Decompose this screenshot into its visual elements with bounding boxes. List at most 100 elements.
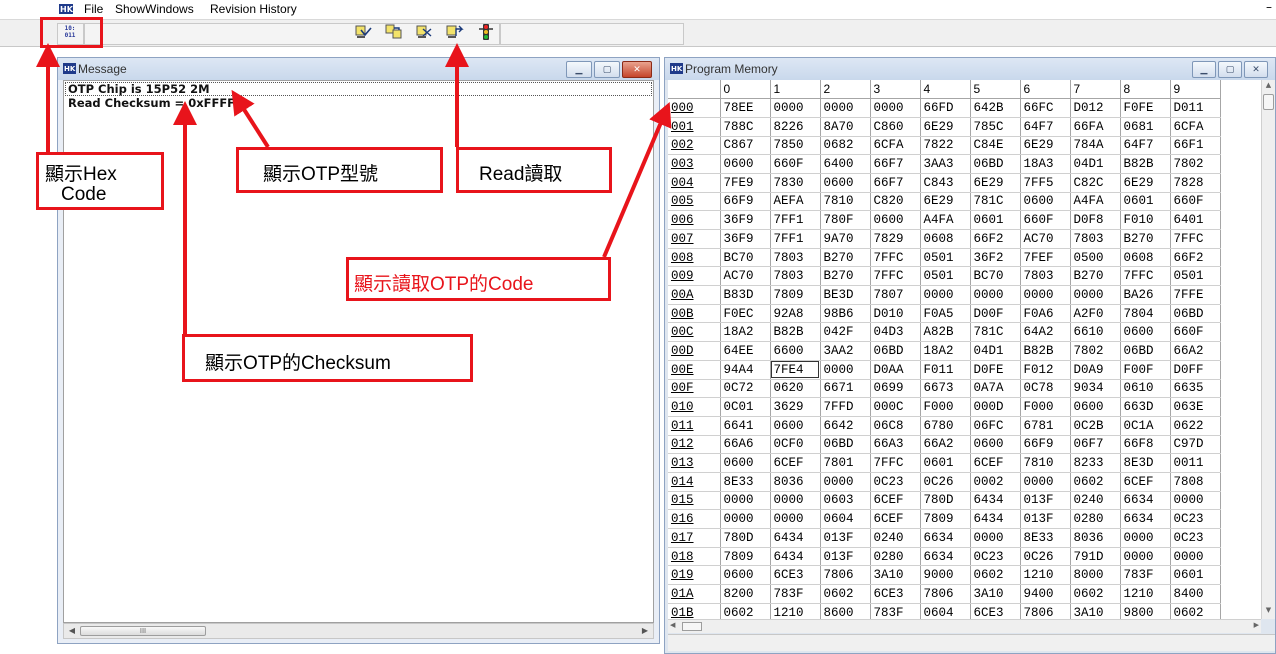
table-cell[interactable]: 66F7: [870, 154, 921, 174]
table-cell[interactable]: 18A2: [720, 322, 771, 343]
table-cell[interactable]: 783F: [1120, 565, 1171, 586]
table-cell[interactable]: 0C26: [1020, 547, 1071, 567]
column-header[interactable]: 4: [920, 80, 971, 100]
table-cell[interactable]: 06BD: [1170, 304, 1221, 324]
table-cell[interactable]: 0C23: [1170, 528, 1221, 548]
table-cell[interactable]: 642B: [970, 98, 1021, 118]
table-cell[interactable]: 66F2: [970, 229, 1021, 249]
menu-revision-history[interactable]: Revision History: [210, 2, 297, 16]
table-cell[interactable]: 0C78: [1020, 379, 1071, 399]
table-cell[interactable]: 6CE3: [970, 603, 1021, 619]
table-cell[interactable]: B270: [820, 266, 871, 287]
table-cell[interactable]: 013F: [820, 547, 871, 567]
table-cell[interactable]: 0600: [720, 453, 771, 473]
table-cell[interactable]: 36F2: [970, 248, 1021, 268]
table-cell[interactable]: 6CEF: [870, 491, 921, 511]
table-cell[interactable]: 6641: [720, 416, 771, 436]
row-address-cell[interactable]: 018: [668, 547, 721, 567]
table-cell[interactable]: 6CEF: [1120, 472, 1171, 492]
table-cell[interactable]: 781C: [970, 192, 1021, 212]
table-cell[interactable]: 7FFD: [820, 397, 871, 417]
table-cell[interactable]: 66A6: [720, 435, 771, 455]
table-cell[interactable]: 791D: [1070, 547, 1121, 567]
table-cell[interactable]: 0000: [1070, 285, 1121, 305]
table-cell[interactable]: 8A70: [820, 117, 871, 137]
table-cell[interactable]: F010: [1120, 210, 1171, 230]
table-cell[interactable]: 660F: [1020, 210, 1071, 230]
table-cell[interactable]: 6E29: [920, 192, 971, 212]
menu-file[interactable]: File: [84, 2, 103, 16]
row-address-cell[interactable]: 017: [668, 528, 721, 548]
table-cell[interactable]: 0600: [820, 173, 871, 193]
chip-read-icon[interactable]: [355, 24, 373, 40]
scroll-up-arrow-icon[interactable]: ▲: [1262, 81, 1275, 93]
table-cell[interactable]: 18A3: [1020, 154, 1071, 174]
table-cell[interactable]: 6CFA: [870, 136, 921, 156]
table-cell[interactable]: 7809: [770, 285, 821, 305]
column-header[interactable]: 7: [1070, 80, 1121, 100]
table-cell[interactable]: C860: [870, 117, 921, 137]
traffic-light-icon[interactable]: [477, 24, 495, 40]
table-cell[interactable]: 7FF1: [770, 229, 821, 249]
table-cell[interactable]: 3AA3: [920, 154, 971, 174]
table-cell[interactable]: 788C: [720, 117, 771, 137]
table-cell[interactable]: 0000: [820, 472, 871, 492]
table-cell[interactable]: 6610: [1070, 322, 1121, 343]
table-cell[interactable]: 3A10: [1070, 603, 1121, 619]
table-cell[interactable]: D0FF: [1170, 360, 1221, 380]
table-cell[interactable]: 9000: [920, 565, 971, 586]
table-cell[interactable]: 78EE: [720, 98, 771, 118]
table-cell[interactable]: 8200: [720, 584, 771, 604]
table-cell[interactable]: 063E: [1170, 397, 1221, 417]
table-cell[interactable]: 0000: [820, 98, 871, 118]
table-cell[interactable]: 785C: [970, 117, 1021, 137]
table-cell[interactable]: 6CEF: [770, 453, 821, 473]
table-cell[interactable]: 0000: [970, 285, 1021, 305]
table-cell[interactable]: 66A3: [870, 435, 921, 455]
table-cell[interactable]: 6E29: [1120, 173, 1171, 193]
table-cell[interactable]: 7850: [770, 136, 821, 156]
pm-horizontal-scrollbar[interactable]: ◀ ▶: [668, 619, 1261, 633]
row-address-cell[interactable]: 014: [668, 472, 721, 492]
app-minimize-button[interactable]: –: [1266, 0, 1272, 14]
table-cell[interactable]: 0000: [770, 98, 821, 118]
table-cell[interactable]: 780D: [720, 528, 771, 548]
column-header[interactable]: 3: [870, 80, 921, 100]
table-cell[interactable]: 3AA2: [820, 341, 871, 361]
table-cell[interactable]: 7828: [1170, 173, 1221, 193]
table-cell[interactable]: 7801: [820, 453, 871, 473]
row-address-cell[interactable]: 007: [668, 229, 721, 249]
table-cell[interactable]: 0610: [1120, 379, 1171, 399]
table-cell[interactable]: 04D3: [870, 322, 921, 343]
table-cell[interactable]: B82B: [770, 322, 821, 343]
table-cell[interactable]: A4FA: [920, 210, 971, 230]
table-cell[interactable]: 0600: [1020, 192, 1071, 212]
pm-maximize-button[interactable]: ▢: [1218, 61, 1242, 78]
table-cell[interactable]: 0601: [1170, 565, 1221, 586]
table-cell[interactable]: 64F7: [1020, 117, 1071, 137]
table-cell[interactable]: 0000: [870, 98, 921, 118]
table-cell[interactable]: 8600: [820, 603, 871, 619]
table-cell[interactable]: B82B: [1120, 154, 1171, 174]
table-cell[interactable]: 013F: [1020, 509, 1071, 529]
message-scroll-thumb[interactable]: III: [80, 626, 206, 636]
row-address-cell[interactable]: 00D: [668, 341, 721, 361]
table-cell[interactable]: 0000: [770, 509, 821, 529]
table-cell[interactable]: 0000: [1120, 528, 1171, 548]
table-cell[interactable]: 000D: [970, 397, 1021, 417]
table-cell[interactable]: C97D: [1170, 435, 1221, 455]
table-cell[interactable]: D011: [1170, 98, 1221, 118]
table-cell[interactable]: 0000: [820, 360, 871, 380]
table-cell[interactable]: 66F7: [870, 173, 921, 193]
table-cell[interactable]: 04D1: [970, 341, 1021, 361]
table-cell[interactable]: C843: [920, 173, 971, 193]
table-cell[interactable]: 0601: [1120, 192, 1171, 212]
table-cell[interactable]: 0682: [820, 136, 871, 156]
message-horizontal-scrollbar[interactable]: ◀ III ▶: [63, 623, 654, 639]
table-cell[interactable]: 3A10: [870, 565, 921, 586]
table-cell[interactable]: 0011: [1170, 453, 1221, 473]
row-address-cell[interactable]: 004: [668, 173, 721, 193]
table-cell[interactable]: 7829: [870, 229, 921, 249]
column-header[interactable]: 8: [1120, 80, 1171, 100]
table-cell[interactable]: 36F9: [720, 210, 771, 230]
